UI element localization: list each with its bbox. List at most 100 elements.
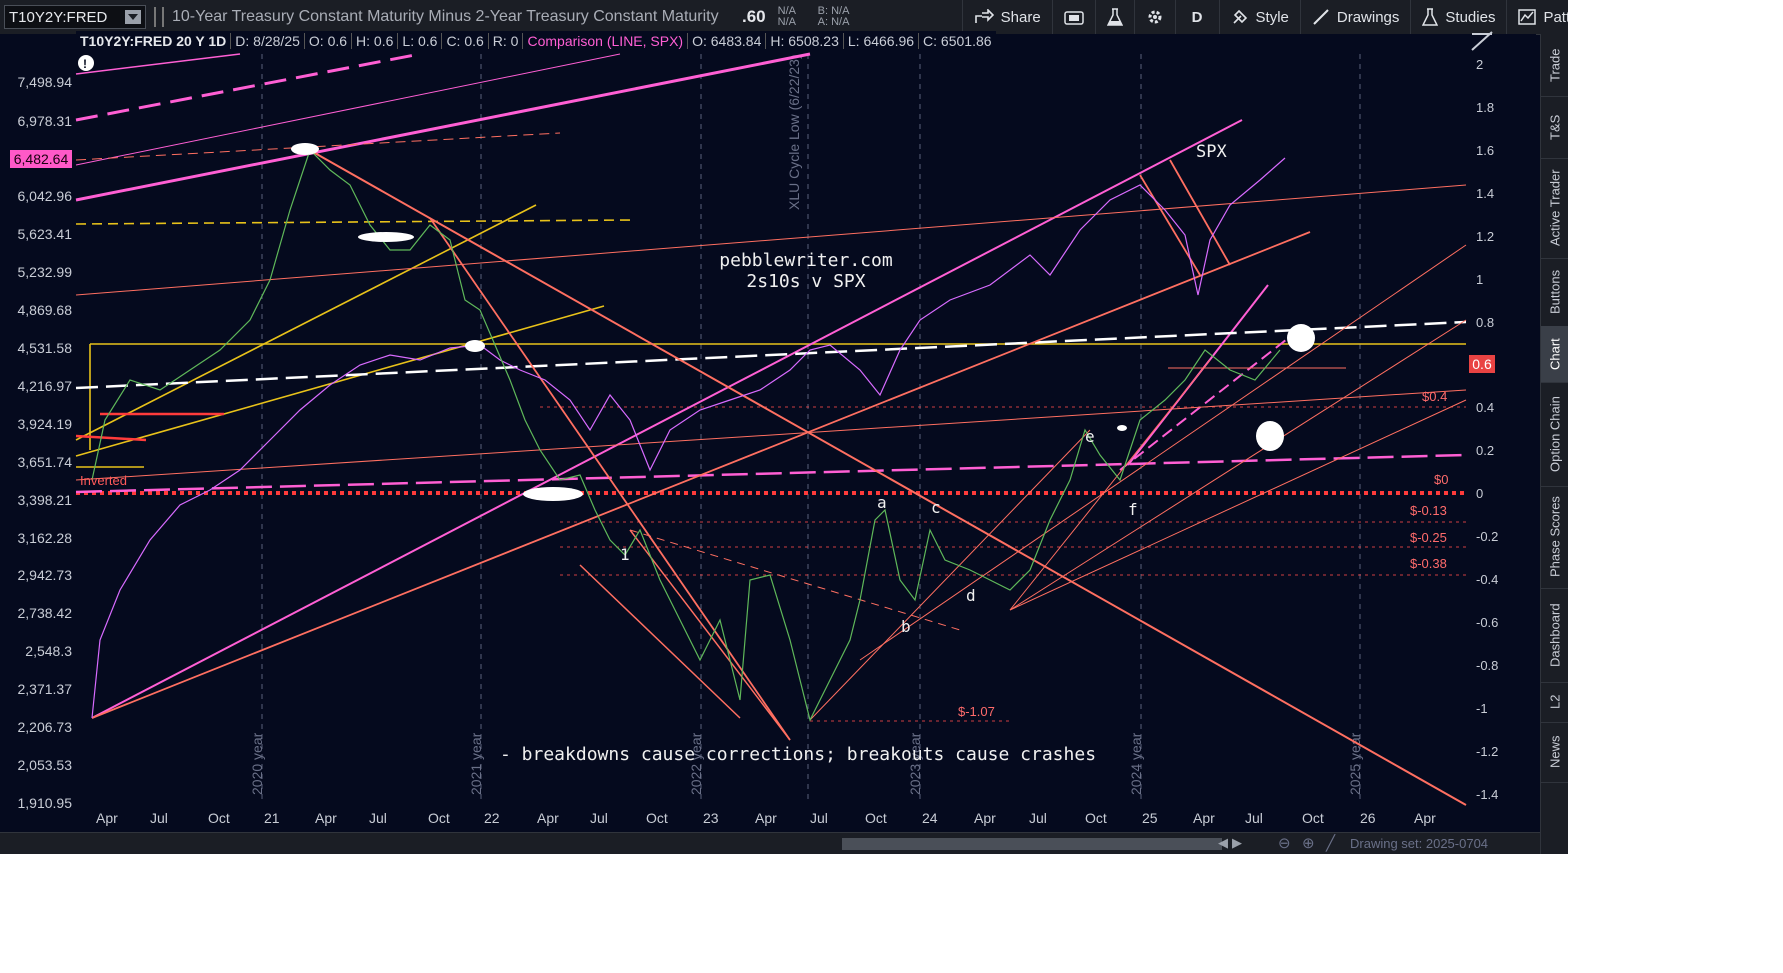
studies-lab-button[interactable] [1094, 0, 1134, 34]
inverted-label: Inverted [80, 473, 127, 488]
tab-time-and-sales[interactable]: T&S [1541, 96, 1569, 159]
ask-value: A: N/A [817, 16, 850, 28]
left-axis-label: 3,924.19 [17, 416, 73, 432]
tab-l2[interactable]: L2 [1541, 682, 1569, 723]
info-symbol-period: T10Y2Y:FRED 20 Y 1D [76, 33, 232, 49]
year-marker-2020: 2020 year [249, 732, 265, 795]
chevron-down-icon[interactable] [125, 10, 141, 24]
patterns-icon [1518, 9, 1537, 25]
svg-text:!: ! [83, 57, 87, 71]
left-axis-label: 2,942.73 [17, 567, 73, 583]
scroll-left-icon[interactable]: ◀ [1218, 835, 1228, 851]
top-toolbar: T10Y2Y:FRED 10-Year Treasury Constant Ma… [0, 0, 1783, 35]
level-label-neg0.13: $-0.13 [1410, 503, 1447, 518]
year-marker-2021: 2021 year [468, 732, 484, 795]
zoom-out-icon[interactable]: ⊖ [1278, 834, 1291, 852]
year-marker-2024: 2024 year [1128, 732, 1144, 795]
drawings-label: Drawings [1336, 8, 1400, 26]
drawings-button[interactable]: Drawings [1299, 0, 1411, 34]
x-axis-label: Oct [1302, 810, 1324, 826]
settings-button[interactable] [1133, 0, 1175, 34]
scroll-right-icon[interactable]: ▶ [1232, 835, 1242, 851]
right-axis-label: 2 [1476, 57, 1484, 72]
wave-label-b: b [901, 617, 911, 636]
info-low: L: 0.6 [398, 33, 443, 49]
left-axis-label: 2,371.37 [17, 681, 73, 697]
title-line-2: 2s10s v SPX [746, 271, 866, 292]
tab-chart[interactable]: Chart [1541, 326, 1569, 383]
right-axis-label: -1 [1476, 701, 1488, 716]
snapshot-button[interactable] [1051, 0, 1095, 34]
x-axis-label: 23 [703, 810, 719, 826]
x-axis-label: Jul [810, 810, 828, 826]
right-axis-label: 0.4 [1476, 400, 1495, 415]
right-side-tabs: Trade T&S Active Trader Buttons Chart Op… [1540, 34, 1569, 854]
x-axis-label: Apr [974, 810, 996, 826]
left-axis-label: 5,623.41 [17, 226, 73, 242]
level-label-neg0.25: $-0.25 [1410, 530, 1447, 545]
info-comp-close: C: 6501.86 [923, 33, 992, 49]
bid-ask-box: N/A N/A [778, 6, 816, 28]
price-chart[interactable]: 2020 year 2021 year 2022 year 2023 year … [0, 34, 1536, 834]
x-axis-label: Jul [369, 810, 387, 826]
tab-option-chain[interactable]: Option Chain [1541, 382, 1569, 487]
left-axis-label: 6,042.96 [17, 188, 73, 204]
bid-ask-values: B: N/A A: N/A [818, 6, 862, 28]
x-axis-label: Jul [1029, 810, 1047, 826]
draw-line-icon[interactable]: ╱ [1326, 834, 1335, 852]
left-axis-label: 2,738.42 [17, 605, 73, 621]
left-axis-label: 4,869.68 [17, 302, 73, 318]
info-comp-high: H: 6508.23 [766, 33, 844, 49]
x-axis-label: Apr [755, 810, 777, 826]
right-axis-label: -0.2 [1476, 529, 1499, 544]
wave-label-f: f [1128, 500, 1138, 519]
left-axis-label: 6,978.31 [17, 113, 73, 129]
gear-icon [1148, 10, 1162, 24]
period-button[interactable]: D [1174, 0, 1219, 34]
chart-settings-icon[interactable] [1470, 30, 1494, 52]
right-axis-label: 1.6 [1476, 143, 1495, 158]
left-axis-label: 4,216.97 [17, 378, 73, 394]
x-axis-label: 26 [1360, 810, 1376, 826]
flask-icon [1106, 8, 1123, 26]
share-label: Share [1000, 8, 1041, 26]
x-axis-label: Oct [1085, 810, 1107, 826]
symbol-selector[interactable]: T10Y2Y:FRED [4, 5, 146, 29]
style-button[interactable]: Style [1218, 0, 1300, 34]
info-high: H: 0.6 [352, 33, 399, 49]
period-label: D [1191, 8, 1203, 26]
right-axis-label: 0 [1476, 486, 1484, 501]
zoom-in-icon[interactable]: ⊕ [1302, 834, 1315, 852]
xlu-cycle-label: XLU Cycle Low (6/22/23) [786, 54, 802, 210]
info-close: C: 0.6 [442, 33, 489, 49]
wave-label-e: e [1085, 427, 1095, 446]
spx-label: SPX [1196, 142, 1227, 162]
ask-size: N/A [777, 16, 796, 28]
tab-trade[interactable]: Trade [1541, 34, 1569, 97]
wave-label-c: c [931, 498, 941, 517]
info-r: R: 0 [489, 33, 524, 49]
tab-active-trader[interactable]: Active Trader [1541, 158, 1569, 259]
last-price: .60 [742, 7, 766, 26]
left-axis-label: 7,498.94 [17, 74, 73, 90]
chart-infobar: T10Y2Y:FRED 20 Y 1D D: 8/28/25 O: 0.6 H:… [76, 31, 996, 51]
share-icon [974, 9, 994, 23]
right-axis-label: 0.2 [1476, 443, 1495, 458]
time-scrollbar[interactable]: ◀ ▶ ⊖ ⊕ ╱ Drawing set: 2025-0704 [0, 832, 1540, 855]
left-axis-label: 2,053.53 [17, 757, 73, 773]
camera-icon [1063, 11, 1084, 25]
tab-news[interactable]: News [1541, 722, 1569, 783]
tab-phase-scores[interactable]: Phase Scores [1541, 486, 1569, 589]
right-axis-label: 1.2 [1476, 229, 1495, 244]
right-axis-label: -0.4 [1476, 572, 1499, 587]
left-axis-label: 4,531.58 [17, 340, 73, 356]
tab-dashboard[interactable]: Dashboard [1541, 588, 1569, 683]
scroll-thumb[interactable] [842, 838, 1222, 850]
studies-button[interactable]: Studies [1410, 0, 1506, 34]
left-axis-label: 5,232.99 [17, 264, 73, 280]
share-button[interactable]: Share [961, 0, 1052, 34]
drag-handle-icon[interactable] [154, 7, 164, 27]
right-axis-label: -1.4 [1476, 787, 1499, 802]
footer-note: - breakdowns cause corrections; breakout… [500, 744, 1097, 765]
tab-buttons[interactable]: Buttons [1541, 258, 1569, 327]
